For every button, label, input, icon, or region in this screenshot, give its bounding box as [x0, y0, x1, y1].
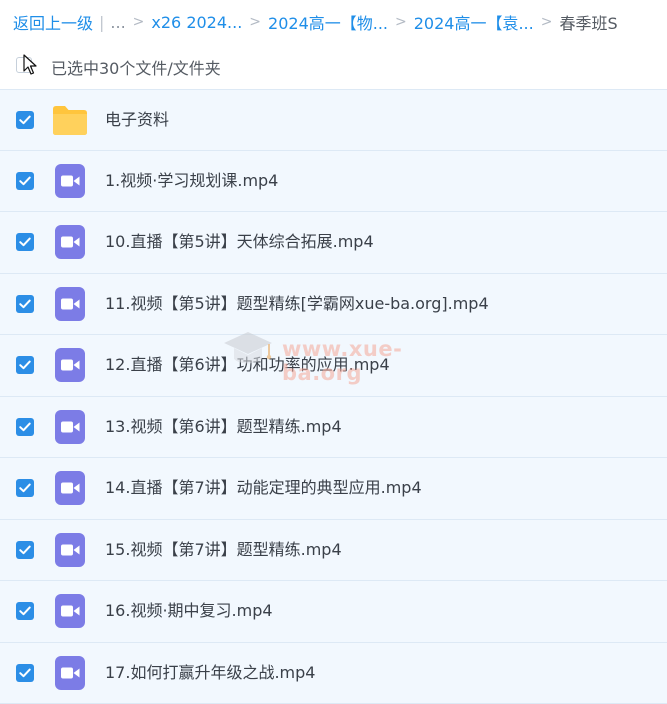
row-checkbox[interactable]: [16, 479, 34, 498]
video-file-icon: [52, 409, 88, 444]
video-file-icon: [52, 225, 88, 260]
file-name[interactable]: 15.视频【第7讲】题型精练.mp4: [105, 539, 342, 561]
mouse-cursor-icon: [23, 54, 37, 75]
breadcrumb-current: 春季班S: [559, 14, 618, 33]
file-name[interactable]: 14.直播【第7讲】动能定理的典型应用.mp4: [105, 477, 422, 499]
file-row[interactable]: 电子资料: [0, 89, 667, 151]
row-checkbox[interactable]: [16, 233, 34, 252]
file-row[interactable]: 13.视频【第6讲】题型精练.mp4: [0, 396, 667, 458]
file-name[interactable]: 10.直播【第5讲】天体综合拓展.mp4: [105, 231, 374, 253]
breadcrumb-item[interactable]: x26 2024...: [151, 13, 242, 32]
breadcrumb-ellipsis[interactable]: ...: [110, 13, 125, 32]
file-row[interactable]: 17.如何打赢升年级之战.mp4: [0, 642, 667, 704]
file-name[interactable]: 12.直播【第6讲】功和功率的应用.mp4: [105, 354, 390, 376]
row-checkbox[interactable]: [16, 294, 34, 313]
video-file-icon: [52, 286, 88, 321]
row-checkbox[interactable]: [16, 417, 34, 436]
video-file-icon: [52, 594, 88, 629]
row-checkbox[interactable]: [16, 171, 34, 190]
video-file-icon: [52, 532, 88, 567]
file-row[interactable]: 14.直播【第7讲】动能定理的典型应用.mp4: [0, 458, 667, 520]
row-checkbox[interactable]: [16, 110, 34, 129]
video-file-icon: [52, 163, 88, 198]
file-list: 电子资料 1.视频·学习规划课.mp4 10.直播【第5讲】天体综合拓展.mp4 11…: [0, 89, 667, 704]
file-row[interactable]: 11.视频【第5讲】题型精练[学霸网xue-ba.org].mp4: [0, 273, 667, 335]
breadcrumb-item[interactable]: 2024高一【物...: [268, 10, 388, 34]
selection-header: 已选中30个文件/文件夹: [0, 48, 667, 84]
video-file-icon: [52, 471, 88, 506]
file-row[interactable]: 15.视频【第7讲】题型精练.mp4: [0, 519, 667, 581]
row-checkbox[interactable]: [16, 356, 34, 375]
row-checkbox[interactable]: [16, 663, 34, 682]
chevron-right-icon: >: [395, 14, 407, 30]
file-row[interactable]: 10.直播【第5讲】天体综合拓展.mp4: [0, 212, 667, 274]
file-name[interactable]: 13.视频【第6讲】题型精练.mp4: [105, 416, 342, 438]
file-row[interactable]: 12.直播【第6讲】功和功率的应用.mp4: [0, 335, 667, 397]
file-browser: 返回上一级 | ... > x26 2024... > 2024高一【物... …: [0, 0, 667, 704]
file-name[interactable]: 电子资料: [105, 109, 169, 131]
row-checkbox[interactable]: [16, 540, 34, 559]
file-name[interactable]: 11.视频【第5讲】题型精练[学霸网xue-ba.org].mp4: [105, 293, 489, 315]
video-file-icon: [52, 655, 88, 690]
video-file-icon: [52, 348, 88, 383]
folder-icon: [52, 103, 88, 137]
file-name[interactable]: 17.如何打赢升年级之战.mp4: [105, 662, 315, 684]
breadcrumb-divider: |: [99, 12, 105, 32]
chevron-right-icon: >: [540, 14, 553, 30]
row-checkbox[interactable]: [16, 602, 34, 621]
file-name[interactable]: 1.视频·学习规划课.mp4: [105, 170, 278, 192]
breadcrumb-item[interactable]: 2024高一【袁...: [414, 10, 534, 34]
chevron-right-icon: >: [132, 14, 145, 30]
file-row[interactable]: 16.视频·期中复习.mp4: [0, 581, 667, 643]
file-row[interactable]: 1.视频·学习规划课.mp4: [0, 150, 667, 212]
back-link[interactable]: 返回上一级: [13, 10, 93, 34]
breadcrumb: 返回上一级 | ... > x26 2024... > 2024高一【物... …: [13, 10, 618, 34]
selection-count-label: 已选中30个文件/文件夹: [51, 59, 221, 78]
chevron-right-icon: >: [249, 14, 262, 30]
file-name[interactable]: 16.视频·期中复习.mp4: [105, 600, 273, 622]
